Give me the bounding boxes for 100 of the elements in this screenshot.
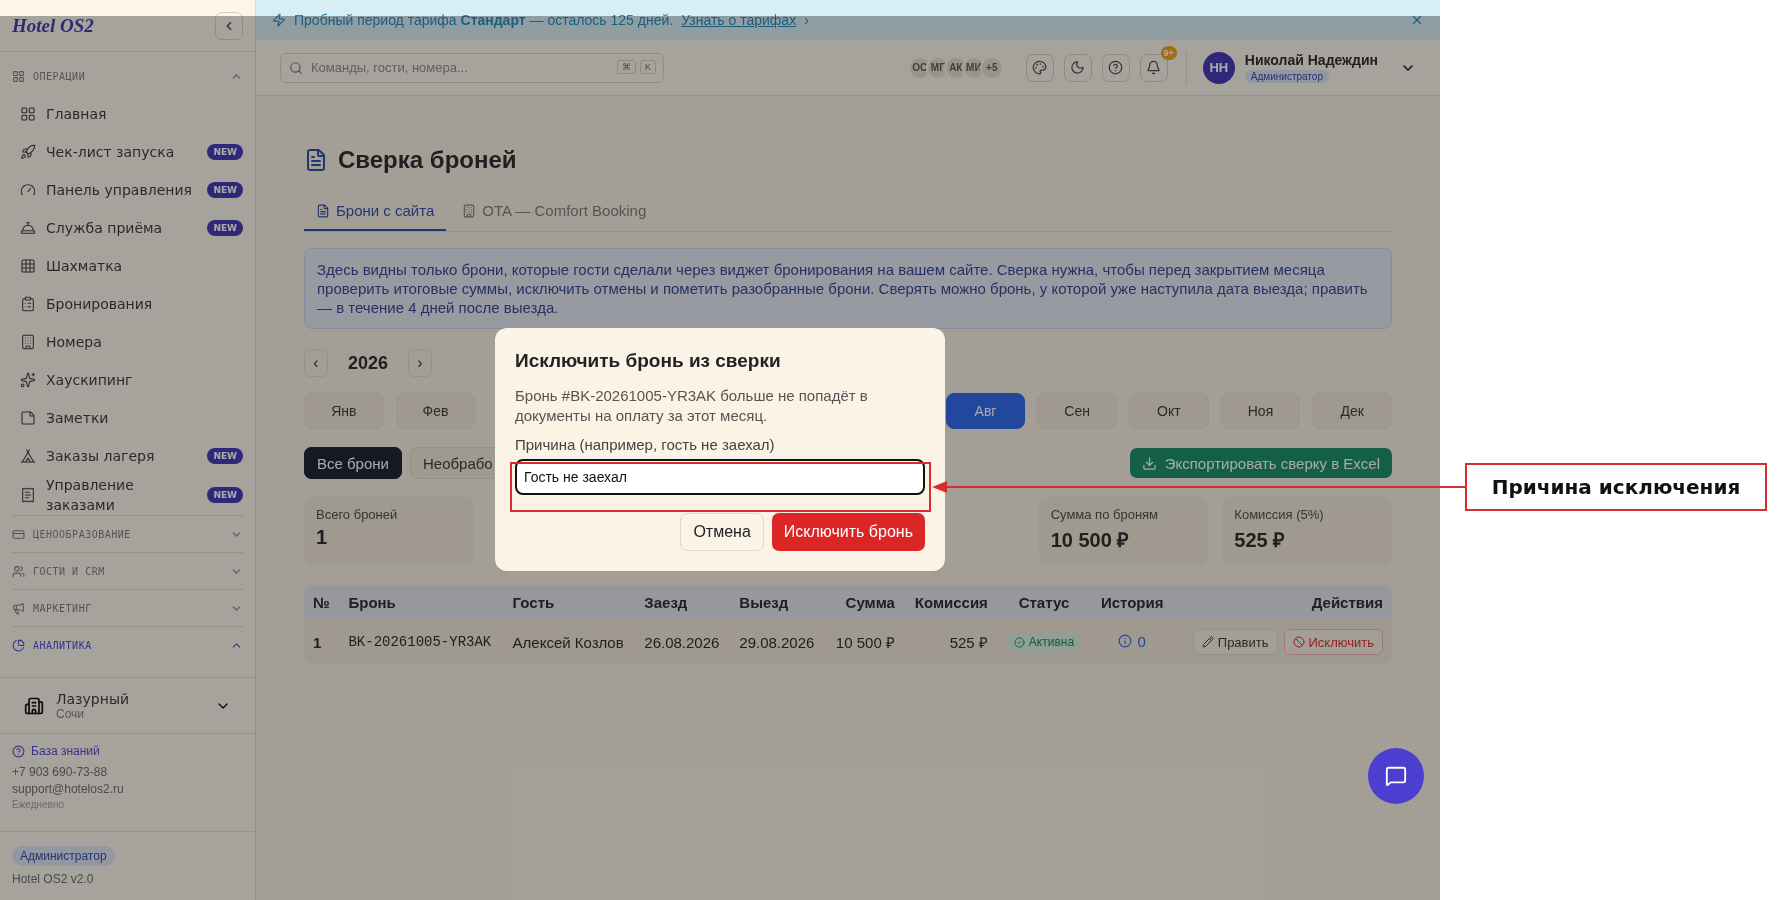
document-icon: [304, 148, 328, 172]
new-badge: NEW: [207, 182, 243, 198]
tab[interactable]: OTA — Comfort Booking: [450, 192, 659, 231]
section-title[interactable]: ОПЕРАЦИИ: [33, 71, 222, 82]
table-cell-text: 1: [312, 632, 323, 653]
column-header: История: [1091, 585, 1174, 620]
palette-button[interactable]: [1025, 53, 1054, 82]
megaphone-icon: [12, 601, 25, 615]
page-title: Сверка броней: [338, 146, 517, 174]
hotel-city: Сочи: [56, 706, 85, 721]
column-header: Гость: [503, 585, 636, 620]
confirm-button[interactable]: Исключить бронь: [771, 512, 925, 551]
support-hours: Ежедневно: [12, 799, 66, 810]
nav-item[interactable]: Главная: [46, 104, 196, 124]
tent-icon: [20, 448, 36, 464]
dark-mode-button[interactable]: [1063, 53, 1092, 82]
stat-value: 525 ₽: [1234, 528, 1287, 553]
grid-icon: [12, 70, 25, 83]
new-badge: NEW: [207, 220, 243, 236]
status-badge: Активна: [1006, 633, 1082, 651]
tab[interactable]: Брони с сайта: [304, 192, 447, 231]
nav-item[interactable]: Управление заказами: [46, 475, 196, 515]
previous-year-button[interactable]: ‹: [304, 349, 328, 377]
document-icon: [316, 203, 330, 218]
chat-button[interactable]: [1368, 748, 1424, 804]
hotel-selector[interactable]: Лазурный Сочи: [0, 677, 255, 734]
month-button[interactable]: Авг: [945, 393, 1026, 429]
nav-item[interactable]: Заметки: [46, 408, 196, 428]
filter-button[interactable]: Все брони: [304, 447, 402, 479]
section-title[interactable]: ГОСТИ И CRM: [33, 565, 222, 577]
table-cell-text: 10 500 ₽: [834, 633, 896, 653]
clipboard-icon: [20, 296, 36, 312]
table-cell-text: 29.08.2026: [738, 632, 816, 653]
version-text: Hotel OS2 v2.0: [12, 872, 94, 886]
building-icon: [20, 334, 36, 350]
nav-item[interactable]: Чек-лист запуска: [46, 142, 196, 162]
new-badge: NEW: [207, 448, 243, 464]
user-avatar[interactable]: НН: [1202, 51, 1235, 84]
nav-item[interactable]: Хаускипинг: [46, 370, 196, 390]
column-header: Сумма: [825, 585, 904, 620]
export-button[interactable]: Экспортировать сверку в Excel: [1129, 448, 1392, 478]
history-link[interactable]: 0: [1118, 632, 1146, 650]
pencil-icon: [1201, 636, 1214, 648]
support-email: support@hotelos2.ru: [12, 782, 125, 796]
users-icon: [12, 564, 25, 578]
section-title[interactable]: АНАЛИТИКА: [33, 639, 222, 651]
grid-icon: [20, 106, 36, 122]
ban-icon: [1292, 636, 1305, 648]
collapse-button[interactable]: [215, 11, 243, 40]
dialog-title: Исключить бронь из сверки: [515, 349, 782, 372]
rocket-icon: [20, 144, 36, 160]
bell-icon: [20, 220, 36, 236]
nav-item[interactable]: Заказы лагеря: [46, 446, 196, 466]
column-header: Действия: [1173, 585, 1392, 620]
column-header: Комиссия: [903, 585, 997, 620]
column-header: №: [304, 585, 340, 620]
role-badge: Администратор: [12, 846, 115, 866]
month-button[interactable]: Фев: [395, 393, 476, 429]
note-icon: [20, 410, 36, 426]
table-cell-text: BK-20261005-YR3AK: [347, 633, 493, 652]
download-icon: [1141, 455, 1157, 471]
field-label: Причина (например, гость не заехал): [515, 435, 776, 453]
reason-input[interactable]: Гость не заехал: [515, 458, 925, 495]
month-button[interactable]: Окт: [1129, 393, 1209, 429]
month-button[interactable]: Дек: [1312, 393, 1392, 429]
dialog-text: Бронь #BK-20261005-YR3AK больше не попадёт в документы на оплату за этот месяц.: [515, 385, 869, 426]
nav-item[interactable]: Служба приёма: [46, 218, 196, 238]
table-cell-text: 525 ₽: [948, 633, 989, 653]
month-button[interactable]: Янв: [304, 393, 384, 429]
nav-item[interactable]: Номера: [46, 332, 196, 352]
table-cell-text: Алексей Козлов: [511, 632, 625, 653]
tariffs-link[interactable]: Узнать о тарифах: [681, 12, 797, 28]
bell-icon: [1146, 60, 1162, 75]
card-icon: [12, 527, 25, 541]
help-icon: [1108, 60, 1124, 75]
info-text: Здесь видны только брони, которые гости сделали через виджет бронирования на вашем сайте. Сверка нужна, чтобы перед закрытием месяца проверить итоговые суммы, исключить отмены и пометить разобранные брони. Сверять можно бронь, у которой уже наступила дата выезда; править — в течение 4 дней после выезда.: [304, 248, 1392, 329]
cancel-button[interactable]: Отмена: [680, 512, 764, 551]
month-button[interactable]: Ноя: [1220, 393, 1301, 429]
month-button[interactable]: Сен: [1037, 393, 1117, 429]
receipt-icon: [20, 487, 36, 503]
knowledge-base-link[interactable]: База знаний: [12, 744, 243, 758]
section-title[interactable]: ЦЕНООБРАЗОВАНИЕ: [33, 528, 222, 540]
next-year-button[interactable]: ›: [408, 349, 432, 377]
nav-item[interactable]: Шахматка: [46, 256, 196, 276]
nav-item[interactable]: Панель управления: [46, 180, 196, 200]
support-phone: +7 903 690-73-88: [12, 765, 109, 779]
pie-chart-icon: [12, 638, 25, 652]
edit-button[interactable]: Править: [1192, 629, 1278, 655]
gauge-icon: [20, 182, 36, 198]
nav-item[interactable]: Бронирования: [46, 294, 196, 314]
exclude-button[interactable]: Исключить: [1283, 629, 1383, 655]
new-badge: NEW: [207, 487, 243, 503]
building-icon: [24, 695, 44, 716]
stat-value: 10 500 ₽: [1050, 528, 1131, 553]
help-button[interactable]: [1101, 53, 1130, 82]
table-cell-text: 26.08.2026: [643, 632, 721, 653]
section-title[interactable]: МАРКЕТИНГ: [33, 602, 222, 614]
close-icon[interactable]: [1410, 13, 1424, 27]
logo: Hotel OS2: [12, 14, 94, 37]
link-arrow: ›: [804, 12, 809, 28]
